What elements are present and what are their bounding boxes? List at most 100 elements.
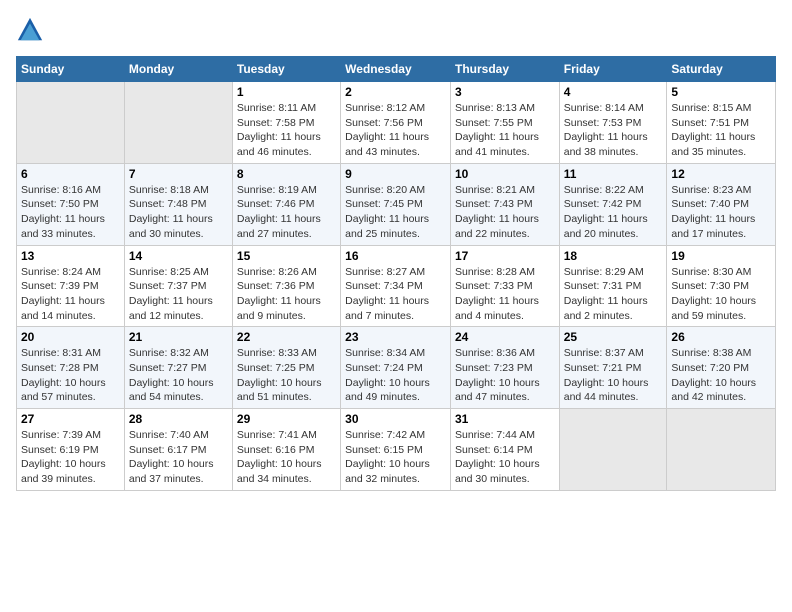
weekday-header: Sunday — [17, 57, 125, 82]
calendar-cell: 1Sunrise: 8:11 AM Sunset: 7:58 PM Daylig… — [232, 82, 340, 164]
day-number: 31 — [455, 412, 555, 426]
day-number: 4 — [564, 85, 663, 99]
day-info: Sunrise: 8:27 AM Sunset: 7:34 PM Dayligh… — [345, 265, 446, 324]
calendar-cell: 20 Sunrise: 8:31 AM Sunset: 7:28 PM Dayli… — [17, 327, 125, 409]
day-number: 29 — [237, 412, 336, 426]
day-info: Sunrise: 8:36 AM Sunset: 7:23 PM Dayligh… — [455, 346, 555, 405]
calendar-cell: 6 Sunrise: 8:16 AM Sunset: 7:50 PM Daylig… — [17, 163, 125, 245]
day-number: 1 — [237, 85, 336, 99]
calendar-cell: 23Sunrise: 8:34 AM Sunset: 7:24 PM Dayli… — [341, 327, 451, 409]
weekday-header: Wednesday — [341, 57, 451, 82]
day-number: 8 — [237, 167, 336, 181]
calendar-cell: 3 Sunrise: 8:13 AM Sunset: 7:55 PM Daylig… — [450, 82, 559, 164]
day-info: Sunrise: 7:42 AM Sunset: 6:15 PM Dayligh… — [345, 428, 446, 487]
calendar-cell: 13Sunrise: 8:24 AM Sunset: 7:39 PM Dayli… — [17, 245, 125, 327]
day-number: 15 — [237, 249, 336, 263]
calendar-header: SundayMondayTuesdayWednesdayThursdayFrid… — [17, 57, 776, 82]
calendar-cell: 4 Sunrise: 8:14 AM Sunset: 7:53 PM Daylig… — [559, 82, 667, 164]
day-number: 14 — [129, 249, 228, 263]
day-info: Sunrise: 8:22 AM Sunset: 7:42 PM Dayligh… — [564, 183, 663, 242]
day-info: Sunrise: 8:12 AM Sunset: 7:56 PM Dayligh… — [345, 101, 446, 160]
calendar-cell: 21Sunrise: 8:32 AM Sunset: 7:27 PM Dayli… — [124, 327, 232, 409]
day-number: 25 — [564, 330, 663, 344]
day-info: Sunrise: 8:23 AM Sunset: 7:40 PM Dayligh… — [671, 183, 771, 242]
day-number: 27 — [21, 412, 120, 426]
calendar-cell: 16 Sunrise: 8:27 AM Sunset: 7:34 PM Dayli… — [341, 245, 451, 327]
header — [16, 16, 776, 44]
calendar-cell: 9 Sunrise: 8:20 AM Sunset: 7:45 PM Daylig… — [341, 163, 451, 245]
day-info: Sunrise: 8:15 AM Sunset: 7:51 PM Dayligh… — [671, 101, 771, 160]
calendar-week-row: 1Sunrise: 8:11 AM Sunset: 7:58 PM Daylig… — [17, 82, 776, 164]
weekday-header: Thursday — [450, 57, 559, 82]
calendar-cell: 14 Sunrise: 8:25 AM Sunset: 7:37 PM Dayli… — [124, 245, 232, 327]
day-number: 26 — [671, 330, 771, 344]
calendar-week-row: 20 Sunrise: 8:31 AM Sunset: 7:28 PM Dayli… — [17, 327, 776, 409]
day-info: Sunrise: 7:41 AM Sunset: 6:16 PM Dayligh… — [237, 428, 336, 487]
day-info: Sunrise: 7:39 AM Sunset: 6:19 PM Dayligh… — [21, 428, 120, 487]
calendar-cell: 8Sunrise: 8:19 AM Sunset: 7:46 PM Daylig… — [232, 163, 340, 245]
weekday-header: Tuesday — [232, 57, 340, 82]
day-info: Sunrise: 8:18 AM Sunset: 7:48 PM Dayligh… — [129, 183, 228, 242]
day-info: Sunrise: 7:44 AM Sunset: 6:14 PM Dayligh… — [455, 428, 555, 487]
day-number: 5 — [671, 85, 771, 99]
calendar-cell: 31 Sunrise: 7:44 AM Sunset: 6:14 PM Dayli… — [450, 409, 559, 491]
calendar-cell: 18Sunrise: 8:29 AM Sunset: 7:31 PM Dayli… — [559, 245, 667, 327]
day-number: 10 — [455, 167, 555, 181]
day-number: 18 — [564, 249, 663, 263]
day-info: Sunrise: 8:31 AM Sunset: 7:28 PM Dayligh… — [21, 346, 120, 405]
calendar-cell: 2 Sunrise: 8:12 AM Sunset: 7:56 PM Daylig… — [341, 82, 451, 164]
day-info: Sunrise: 8:25 AM Sunset: 7:37 PM Dayligh… — [129, 265, 228, 324]
logo — [16, 16, 48, 44]
calendar-week-row: 27 Sunrise: 7:39 AM Sunset: 6:19 PM Dayli… — [17, 409, 776, 491]
calendar-cell: 5 Sunrise: 8:15 AM Sunset: 7:51 PM Daylig… — [667, 82, 776, 164]
day-number: 9 — [345, 167, 446, 181]
weekday-header: Friday — [559, 57, 667, 82]
weekday-row: SundayMondayTuesdayWednesdayThursdayFrid… — [17, 57, 776, 82]
calendar-cell: 26 Sunrise: 8:38 AM Sunset: 7:20 PM Dayli… — [667, 327, 776, 409]
logo-icon — [16, 16, 44, 44]
weekday-header: Monday — [124, 57, 232, 82]
calendar-cell: 27 Sunrise: 7:39 AM Sunset: 6:19 PM Dayli… — [17, 409, 125, 491]
day-info: Sunrise: 8:38 AM Sunset: 7:20 PM Dayligh… — [671, 346, 771, 405]
calendar-cell: 10Sunrise: 8:21 AM Sunset: 7:43 PM Dayli… — [450, 163, 559, 245]
calendar-cell — [667, 409, 776, 491]
day-info: Sunrise: 8:20 AM Sunset: 7:45 PM Dayligh… — [345, 183, 446, 242]
calendar-cell: 19 Sunrise: 8:30 AM Sunset: 7:30 PM Dayli… — [667, 245, 776, 327]
day-info: Sunrise: 8:14 AM Sunset: 7:53 PM Dayligh… — [564, 101, 663, 160]
calendar-cell: 29 Sunrise: 7:41 AM Sunset: 6:16 PM Dayli… — [232, 409, 340, 491]
day-info: Sunrise: 8:37 AM Sunset: 7:21 PM Dayligh… — [564, 346, 663, 405]
calendar-cell: 25 Sunrise: 8:37 AM Sunset: 7:21 PM Dayli… — [559, 327, 667, 409]
calendar-cell: 15Sunrise: 8:26 AM Sunset: 7:36 PM Dayli… — [232, 245, 340, 327]
day-info: Sunrise: 8:16 AM Sunset: 7:50 PM Dayligh… — [21, 183, 120, 242]
calendar-cell: 7Sunrise: 8:18 AM Sunset: 7:48 PM Daylig… — [124, 163, 232, 245]
day-number: 16 — [345, 249, 446, 263]
day-number: 20 — [21, 330, 120, 344]
day-number: 6 — [21, 167, 120, 181]
day-info: Sunrise: 8:13 AM Sunset: 7:55 PM Dayligh… — [455, 101, 555, 160]
calendar-cell — [559, 409, 667, 491]
day-info: Sunrise: 7:40 AM Sunset: 6:17 PM Dayligh… — [129, 428, 228, 487]
day-info: Sunrise: 8:32 AM Sunset: 7:27 PM Dayligh… — [129, 346, 228, 405]
day-number: 2 — [345, 85, 446, 99]
day-number: 30 — [345, 412, 446, 426]
calendar-container: SundayMondayTuesdayWednesdayThursdayFrid… — [0, 0, 792, 499]
calendar-week-row: 6 Sunrise: 8:16 AM Sunset: 7:50 PM Daylig… — [17, 163, 776, 245]
calendar-table: SundayMondayTuesdayWednesdayThursdayFrid… — [16, 56, 776, 491]
day-info: Sunrise: 8:33 AM Sunset: 7:25 PM Dayligh… — [237, 346, 336, 405]
calendar-cell — [17, 82, 125, 164]
day-number: 3 — [455, 85, 555, 99]
calendar-cell: 12 Sunrise: 8:23 AM Sunset: 7:40 PM Dayli… — [667, 163, 776, 245]
day-number: 24 — [455, 330, 555, 344]
day-number: 11 — [564, 167, 663, 181]
day-info: Sunrise: 8:34 AM Sunset: 7:24 PM Dayligh… — [345, 346, 446, 405]
calendar-cell — [124, 82, 232, 164]
calendar-body: 1Sunrise: 8:11 AM Sunset: 7:58 PM Daylig… — [17, 82, 776, 491]
calendar-cell: 17Sunrise: 8:28 AM Sunset: 7:33 PM Dayli… — [450, 245, 559, 327]
day-number: 28 — [129, 412, 228, 426]
day-number: 19 — [671, 249, 771, 263]
calendar-cell: 11 Sunrise: 8:22 AM Sunset: 7:42 PM Dayli… — [559, 163, 667, 245]
calendar-cell: 22Sunrise: 8:33 AM Sunset: 7:25 PM Dayli… — [232, 327, 340, 409]
day-number: 12 — [671, 167, 771, 181]
day-info: Sunrise: 8:30 AM Sunset: 7:30 PM Dayligh… — [671, 265, 771, 324]
day-info: Sunrise: 8:24 AM Sunset: 7:39 PM Dayligh… — [21, 265, 120, 324]
